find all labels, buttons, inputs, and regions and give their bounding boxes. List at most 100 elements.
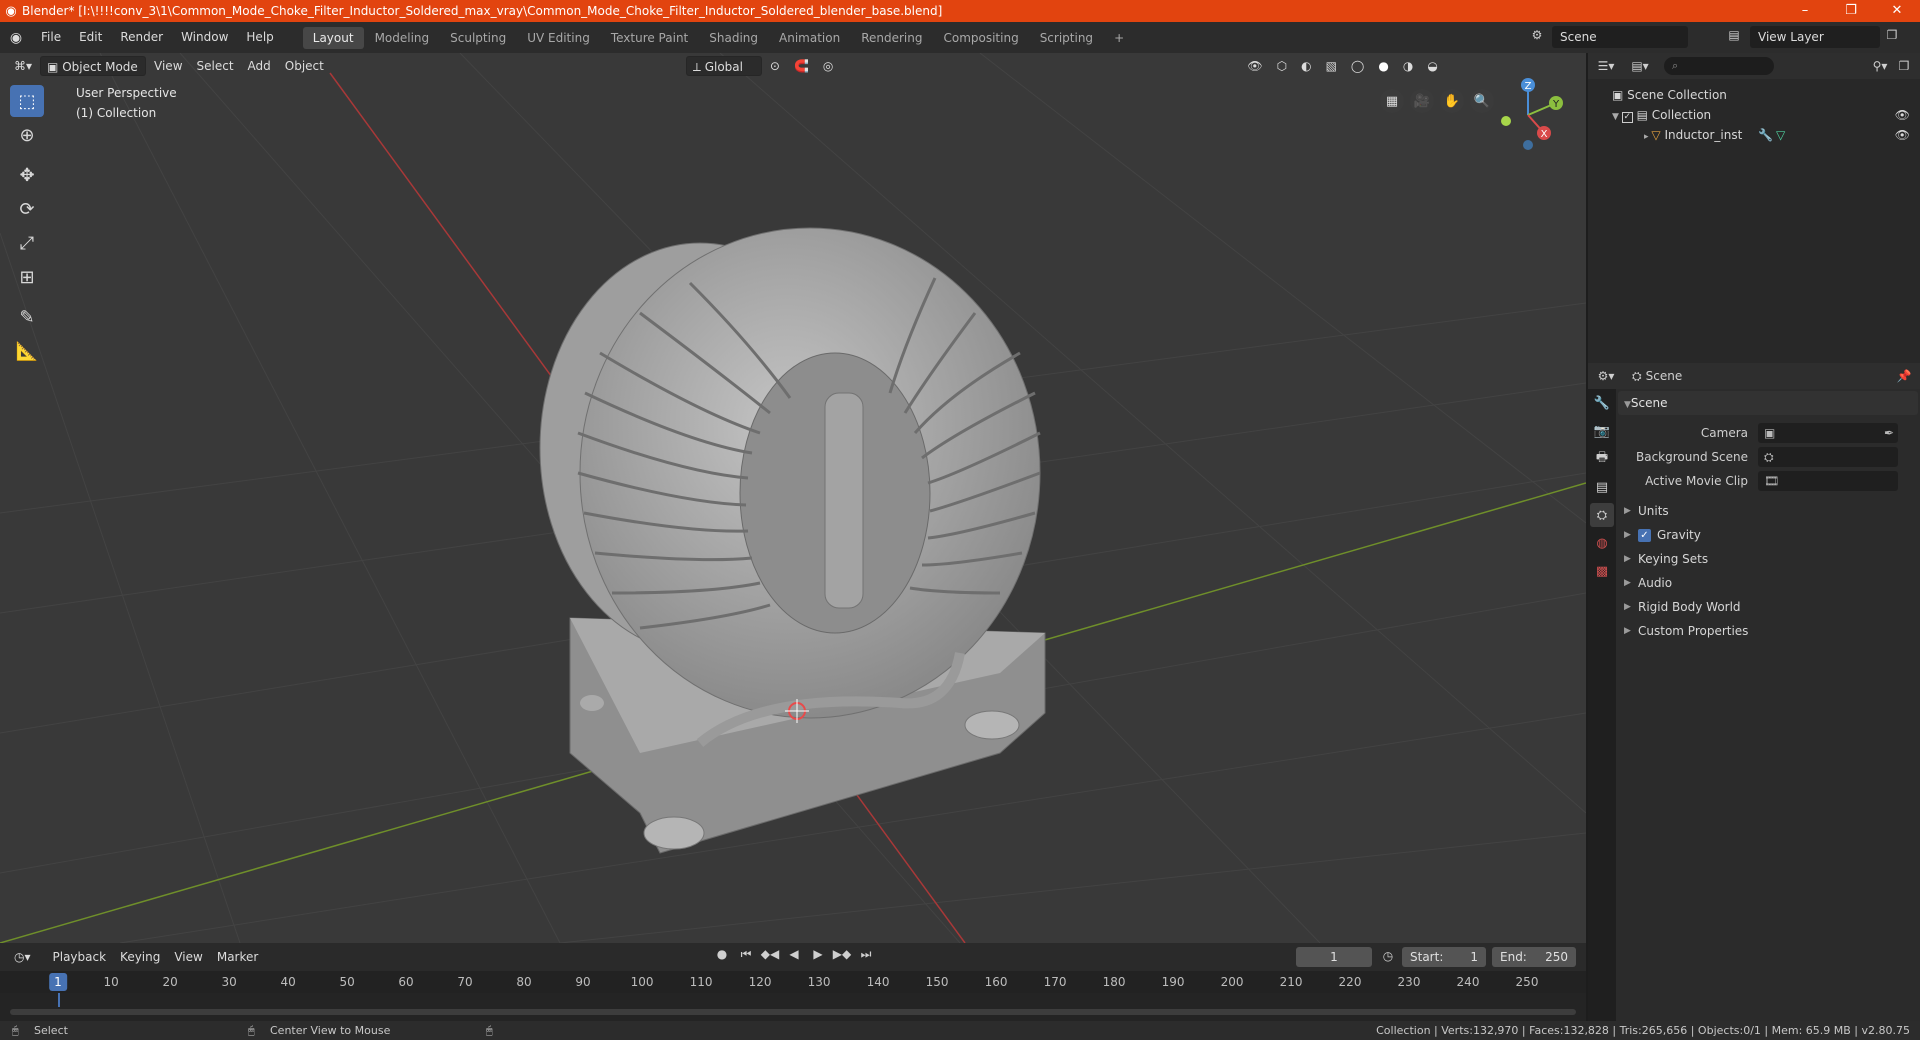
solid-shading-icon[interactable]: ● [1372,56,1394,76]
filter-icon[interactable]: ⚲▾ [1870,59,1890,73]
transform-orientation-selector[interactable]: ⟂ Global [685,56,762,76]
gizmo-toggle-icon[interactable]: ⬡ [1271,56,1293,76]
menu-timeline-view[interactable]: View [168,947,208,967]
eyedropper-icon[interactable]: ✒ [1884,423,1898,443]
add-workspace-button[interactable]: + [1104,27,1134,49]
tab-sculpting[interactable]: Sculpting [440,27,516,49]
blender-menu-icon[interactable]: ◉ [0,30,32,46]
menu-select[interactable]: Select [191,56,240,76]
audio-panel[interactable]: ▶ Audio [1618,571,1918,595]
mode-selector[interactable]: ▣ Object Mode [40,56,147,76]
rigid-body-world-panel[interactable]: ▶ Rigid Body World [1618,595,1918,619]
world-props-tab-icon[interactable]: ◍ [1590,531,1614,555]
menu-render[interactable]: Render [111,22,172,53]
tab-layout[interactable]: Layout [302,26,364,49]
tab-uv-editing[interactable]: UV Editing [517,27,600,49]
menu-add[interactable]: Add [242,56,277,76]
scene-icon[interactable]: ⚙ [1527,28,1547,42]
outliner-item-collection[interactable]: ▼ ✓ ▤ Collection 👁 [1588,105,1920,125]
timeline-scrollbar[interactable] [10,1009,1576,1015]
cursor-tool[interactable]: ⊕ [10,119,44,151]
close-button[interactable]: ✕ [1874,0,1920,22]
next-keyframe-icon[interactable]: ▶◆ [832,947,852,962]
view-layer-icon[interactable]: ▤ [1724,28,1744,42]
measure-tool[interactable]: 📐 [10,335,44,367]
move-tool[interactable]: ✥ [10,159,44,191]
properties-editor-type-icon[interactable]: ⚙▾ [1596,369,1616,383]
scene-selector[interactable]: Scene [1552,26,1688,48]
modifier-wrench-icon[interactable]: 🔧 [1758,125,1773,145]
menu-object[interactable]: Object [279,56,330,76]
navigation-gizmo[interactable]: Z Y X [1488,75,1568,155]
display-mode-icon[interactable]: ▤▾ [1630,59,1650,73]
prev-keyframe-icon[interactable]: ◆◀ [760,947,780,962]
view-layer-selector[interactable]: View Layer [1750,26,1880,48]
end-frame-field[interactable]: End: 250 [1492,947,1576,967]
editor-type-icon[interactable]: ⌘▾ [8,56,38,76]
expand-arrow-icon[interactable]: ▼ [1612,112,1622,122]
menu-playback[interactable]: Playback [47,947,113,967]
camera-field[interactable]: ▣ ✒ [1758,423,1898,443]
tab-animation[interactable]: Animation [769,27,850,49]
viewport-scene[interactable] [0,53,1586,943]
pan-hand-icon[interactable]: ✋ [1440,89,1464,113]
overlay-toggle-icon[interactable]: ◐ [1295,56,1317,76]
annotate-tool[interactable]: ✎ [10,301,44,333]
outliner-item-scene-collection[interactable]: ▣ Scene Collection [1588,85,1920,105]
toggle-camera-icon[interactable]: ▦ [1380,89,1404,113]
tab-modeling[interactable]: Modeling [365,27,440,49]
select-box-tool[interactable]: ⬚ [10,85,44,117]
outliner-item-inductor[interactable]: ▸ ▽ Inductor_inst 🔧 ▽ 👁 [1588,125,1920,145]
tab-compositing[interactable]: Compositing [933,27,1028,49]
play-reverse-icon[interactable]: ◀ [784,947,804,962]
new-view-layer-icon[interactable]: ❐ [1882,28,1902,42]
menu-view[interactable]: View [148,56,188,76]
tab-scripting[interactable]: Scripting [1030,27,1103,49]
tab-rendering[interactable]: Rendering [851,27,932,49]
render-props-tab-icon[interactable]: 📷 [1590,419,1614,443]
gravity-panel[interactable]: ▶ ✓ Gravity [1618,523,1918,547]
units-panel[interactable]: ▶ Units [1618,499,1918,523]
inductor-model[interactable] [539,227,1046,854]
neg-z-axis-handle[interactable] [1523,140,1533,150]
scene-panel-header[interactable]: ▼Scene [1618,391,1918,415]
restore-button[interactable]: ❐ [1828,0,1874,22]
texture-props-tab-icon[interactable]: ▩ [1590,559,1614,583]
scene-props-tab-icon[interactable]: ⛭ [1590,503,1614,527]
pin-icon[interactable]: 📌 [1894,369,1914,383]
tab-texture-paint[interactable]: Texture Paint [601,27,698,49]
mesh-data-icon[interactable]: ▽ [1776,125,1785,145]
neg-y-axis-handle[interactable] [1501,116,1511,126]
jump-start-icon[interactable]: ⏮ [736,947,756,962]
transform-tool[interactable]: ⊞ [10,261,44,293]
rotate-tool[interactable]: ⟳ [10,193,44,225]
jump-end-icon[interactable]: ⏭ [856,947,876,962]
outliner-editor-type-icon[interactable]: ☰▾ [1596,59,1616,73]
frame-ruler[interactable]: 1 10 20 30 40 50 60 70 80 90 100 110 120 130 140 150 16… [0,971,1586,993]
menu-window[interactable]: Window [172,22,237,53]
3d-viewport[interactable]: ⌘▾ ▣ Object Mode View Select Add Object … [0,53,1586,943]
active-movie-clip-field[interactable]: 🎞 [1758,471,1898,491]
visibility-icon[interactable]: 👁 [1241,56,1268,76]
collection-visibility-icon[interactable]: 👁 [1895,105,1910,125]
proportional-edit-icon[interactable]: ◎ [817,56,839,76]
preview-range-icon[interactable]: ◷ [1378,949,1398,963]
collection-checkbox[interactable]: ✓ [1621,112,1633,123]
rendered-shading-icon[interactable]: ◒ [1421,56,1443,76]
xray-toggle-icon[interactable]: ▧ [1320,56,1343,76]
scale-tool[interactable]: ⤢ [10,227,44,259]
background-scene-field[interactable]: ⛭ [1758,447,1898,467]
pivot-icon[interactable]: ⊙ [764,56,786,76]
keying-sets-panel[interactable]: ▶ Keying Sets [1618,547,1918,571]
start-frame-field[interactable]: Start: 1 [1402,947,1486,967]
camera-view-icon[interactable]: 🎥 [1410,89,1434,113]
menu-help[interactable]: Help [237,22,282,53]
new-collection-icon[interactable]: ❐ [1894,59,1914,73]
playhead[interactable]: 1 [49,973,67,991]
outliner-search-input[interactable]: ⌕ [1664,57,1774,75]
gravity-checkbox[interactable]: ✓ [1638,528,1651,542]
material-shading-icon[interactable]: ◑ [1397,56,1419,76]
output-props-tab-icon[interactable]: 🖶 [1590,447,1614,471]
minimize-button[interactable]: – [1782,0,1828,22]
menu-keying[interactable]: Keying [114,947,166,967]
